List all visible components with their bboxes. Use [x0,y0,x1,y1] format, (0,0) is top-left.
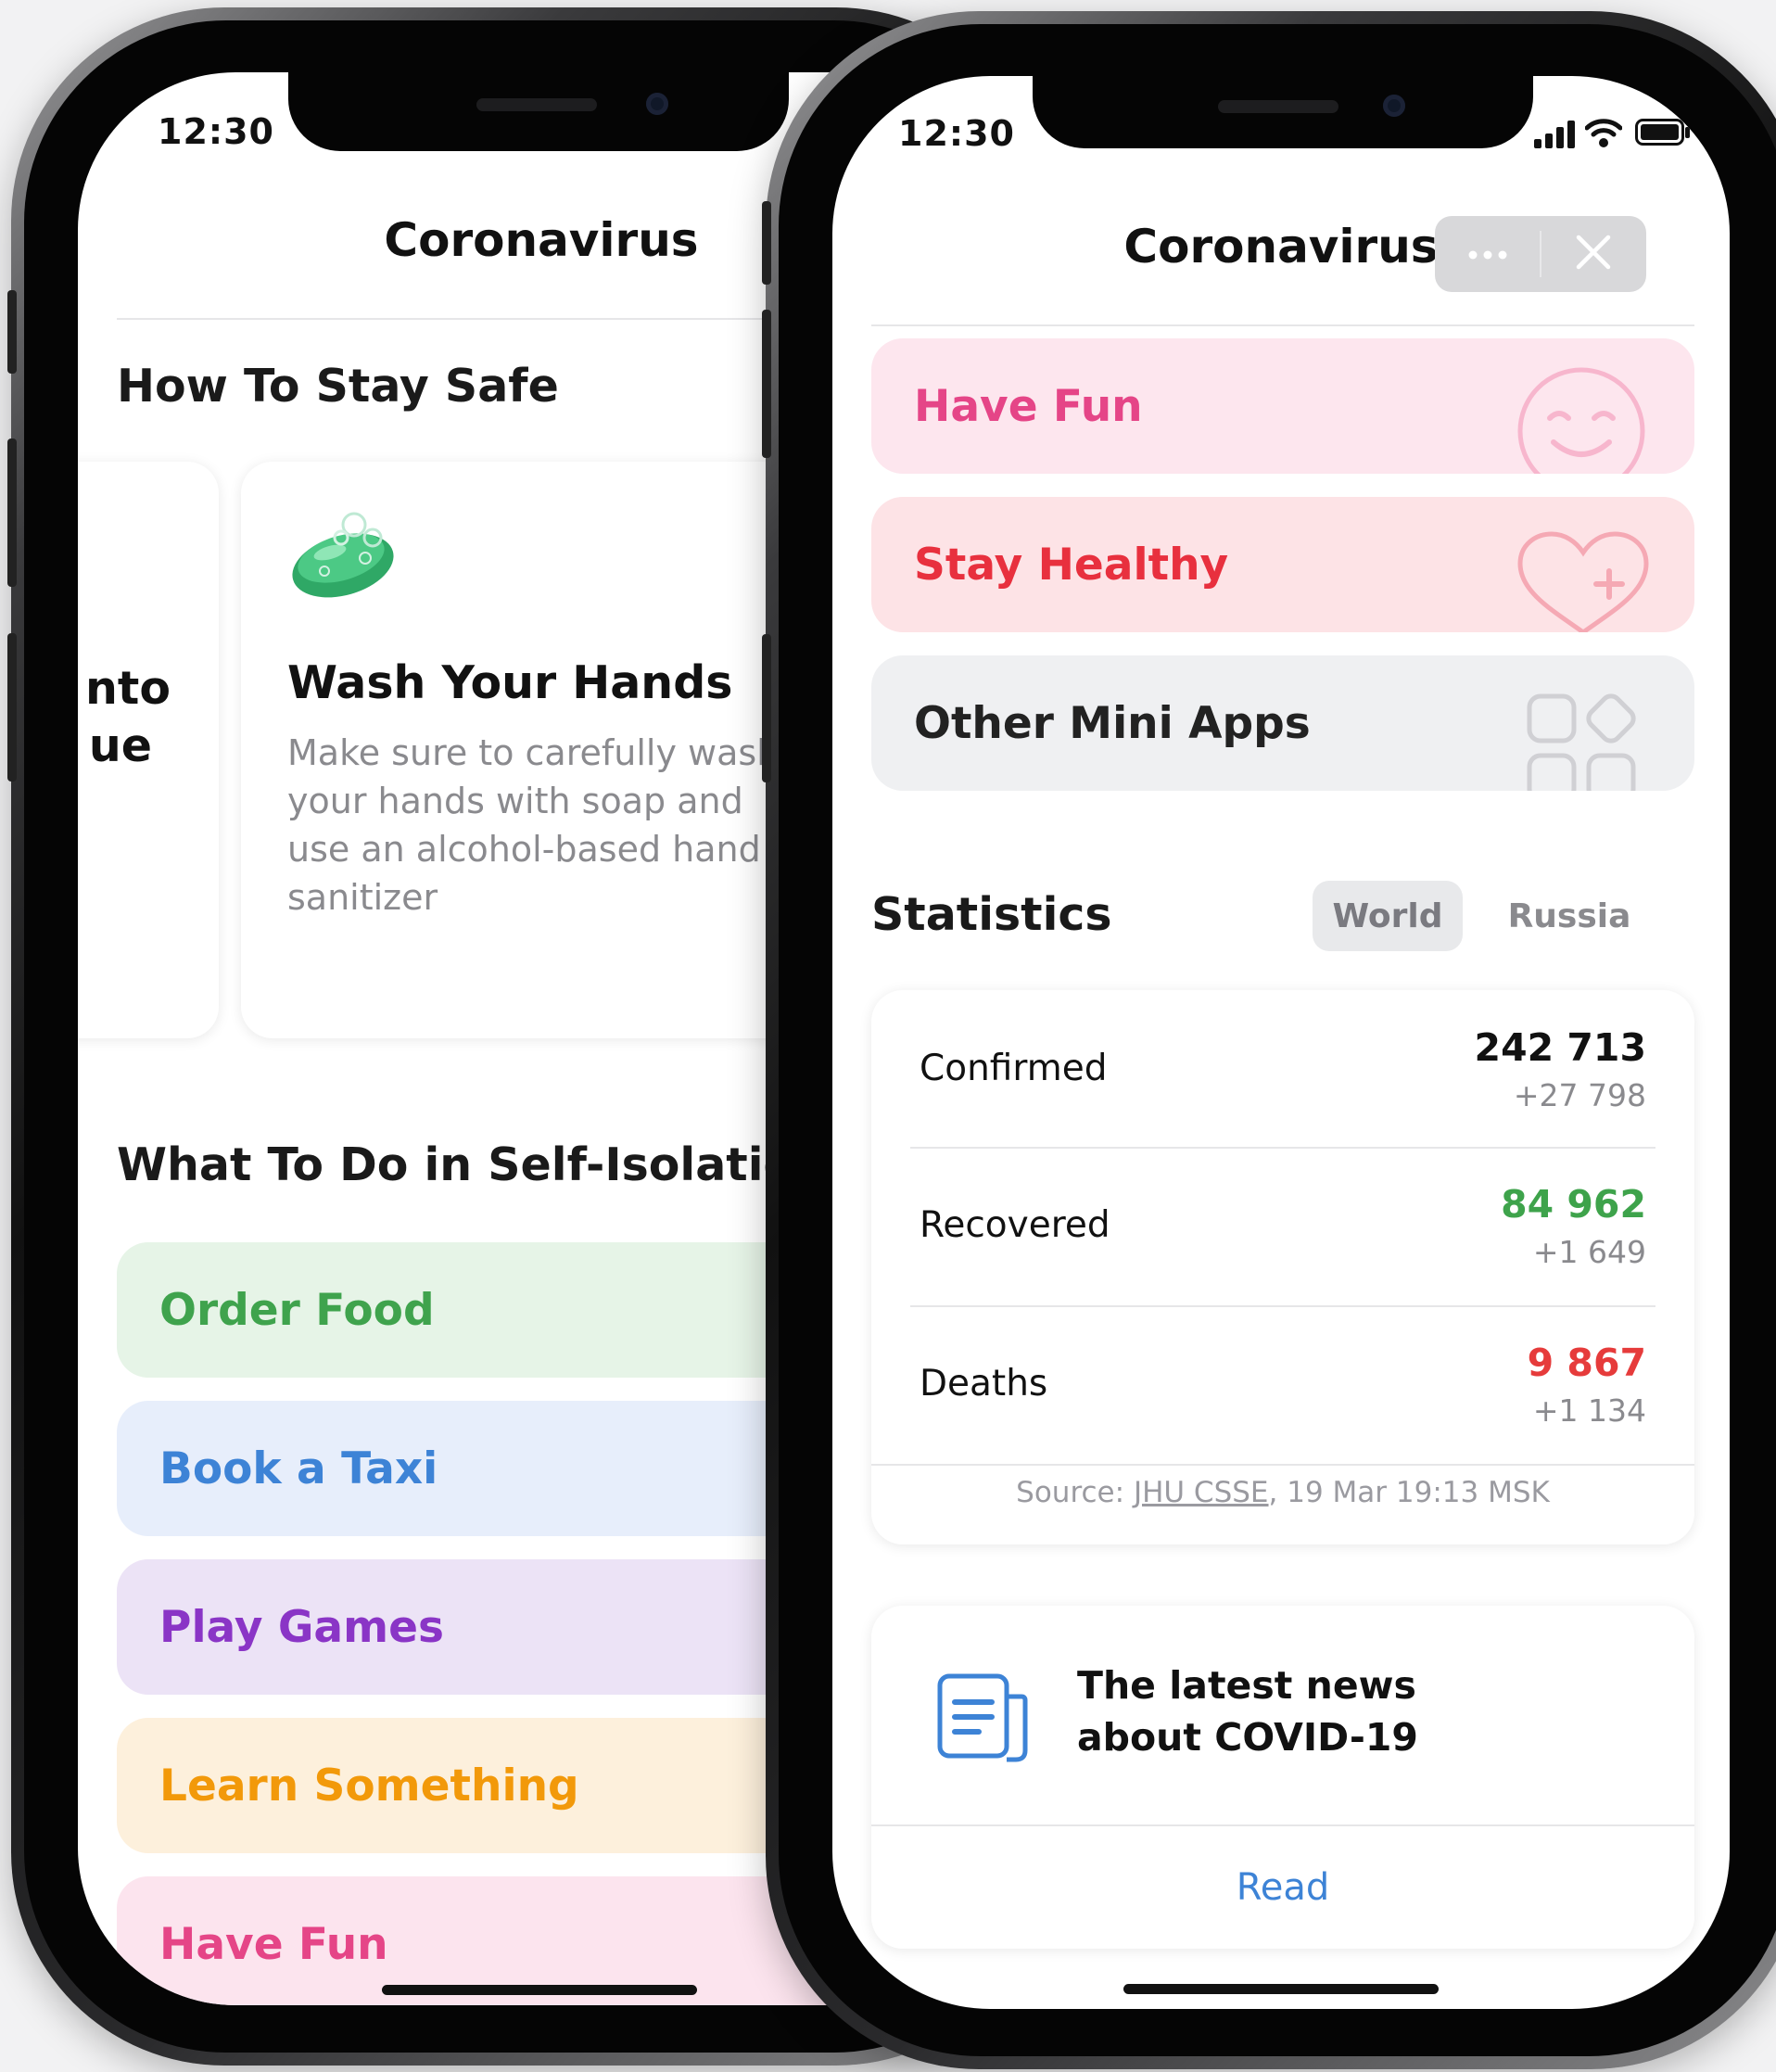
partial-card-text-1: nto [85,662,171,715]
stat-footer-divider [871,1464,1694,1466]
more-button[interactable] [1435,216,1541,292]
status-time: 12:30 [158,111,274,152]
front-camera [1383,95,1405,117]
partial-tip-card[interactable]: nto ue [78,462,219,1038]
front-camera [646,93,668,115]
smiley-icon [1516,366,1655,474]
stat-label-recovered: Recovered [920,1204,1110,1246]
stat-delta-confirmed: +27 798 [1513,1077,1646,1113]
ellipsis-icon [1467,246,1508,263]
have-fun-label: Have Fun [159,1918,388,1970]
nav-divider [117,318,858,320]
menu-stay-healthy-label: Stay Healthy [914,539,1229,591]
status-time: 12:30 [898,113,1015,154]
stat-value-deaths: 9 867 [1527,1341,1646,1385]
tab-world-label: World [1332,896,1443,935]
statistics-card: Confirmed 242 713 +27 798 Recovered 84 9… [871,990,1694,1544]
statistics-heading: Statistics [871,888,1112,941]
menu-other-mini-apps[interactable]: Other Mini Apps [871,655,1694,791]
home-indicator[interactable] [1123,1984,1439,1994]
stat-delta-recovered: +1 649 [1532,1234,1646,1270]
menu-have-fun[interactable]: Have Fun [871,338,1694,474]
stat-source: Source: JHU CSSE, 19 Mar 19:13 MSK [871,1476,1694,1509]
right-phone: 12:30 Coronavirus Have Fun Stay Healthy … [762,11,1776,2069]
read-button[interactable]: Read [871,1826,1694,1949]
stat-value-confirmed: 242 713 [1474,1025,1646,1070]
notch [1033,76,1533,148]
order-food-label: Order Food [159,1284,435,1336]
source-link[interactable]: JHU CSSE [1134,1476,1269,1509]
stat-row-deaths: Deaths 9 867 +1 134 [871,1307,1694,1465]
partial-card-text-2: ue [88,719,152,772]
left-phone-volume-down [7,633,17,782]
right-phone-volume-down [762,634,771,782]
heart-plus-icon [1515,530,1654,632]
battery-icon [1635,119,1691,150]
left-phone-mute-switch [7,290,17,374]
apps-grid-icon [1526,693,1646,791]
tab-russia-label: Russia [1507,896,1631,935]
speaker [1218,100,1338,113]
tip-card-body: Make sure to carefully wash your hands w… [287,732,780,918]
menu-have-fun-label: Have Fun [914,380,1143,432]
self-isolation-heading: What To Do in Self-Isolation [117,1138,828,1191]
right-phone-volume-up [762,310,771,458]
nav-divider [871,324,1694,326]
stat-row-confirmed: Confirmed 242 713 +27 798 [871,990,1694,1148]
news-title-line-2: about COVID-19 [1077,1715,1418,1760]
notch [288,72,789,151]
stat-label-deaths: Deaths [920,1363,1048,1405]
tip-card-title: Wash Your Hands [287,656,733,709]
tab-russia[interactable]: Russia [1481,881,1657,951]
right-phone-mute-switch [762,201,771,285]
document-icon [936,1672,1029,1769]
home-indicator[interactable] [382,1985,697,1995]
tab-world[interactable]: World [1313,881,1463,951]
stat-delta-deaths: +1 134 [1532,1392,1646,1429]
stat-label-confirmed: Confirmed [920,1048,1108,1089]
nav-capsule [1435,216,1646,292]
source-suffix: , 19 Mar 19:13 MSK [1268,1476,1550,1509]
menu-other-mini-apps-label: Other Mini Apps [914,697,1311,749]
play-games-label: Play Games [159,1601,444,1653]
soap-icon [287,506,399,608]
right-screen: 12:30 Coronavirus Have Fun Stay Healthy … [832,76,1730,2009]
news-card[interactable]: The latest news about COVID-19 Read [871,1606,1694,1949]
menu-stay-healthy[interactable]: Stay Healthy [871,497,1694,632]
stat-value-recovered: 84 962 [1501,1182,1646,1227]
close-icon [1576,235,1611,273]
speaker [476,98,597,111]
learn-something-label: Learn Something [159,1760,579,1811]
left-phone-volume-up [7,439,17,587]
wifi-icon [1584,117,1623,152]
book-taxi-label: Book a Taxi [159,1443,438,1494]
stat-row-recovered: Recovered 84 962 +1 649 [871,1149,1694,1306]
source-prefix: Source: [1016,1476,1134,1509]
signal-icon [1534,121,1577,152]
news-title-line-1: The latest news [1077,1663,1416,1708]
close-button[interactable] [1541,216,1646,292]
stay-safe-heading: How To Stay Safe [117,360,559,413]
